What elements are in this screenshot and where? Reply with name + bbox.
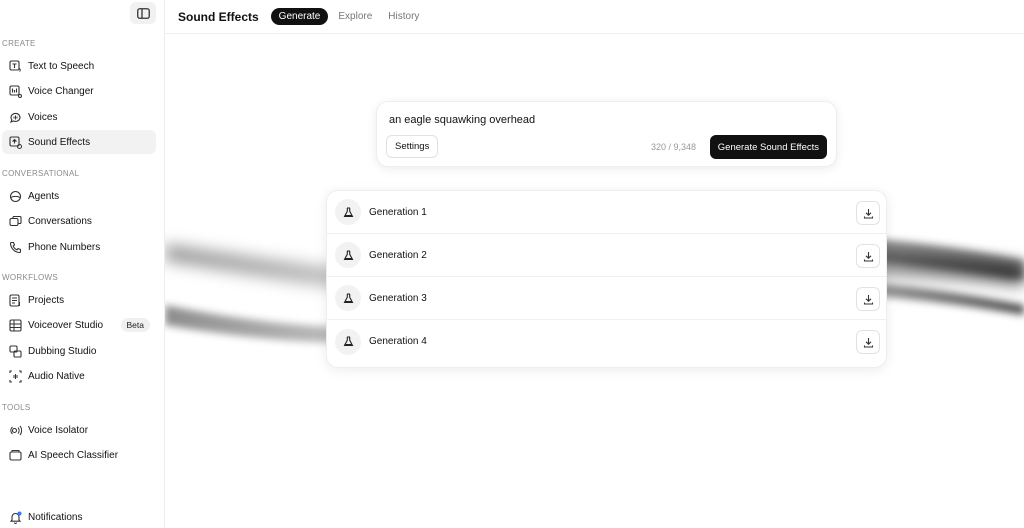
download-button[interactable] [856,330,880,354]
projects-icon [8,293,22,307]
sidebar-item-dubbing-studio[interactable]: Dubbing Studio [2,339,156,363]
flask-icon [335,285,361,311]
sidebar-item-label: Voices [28,111,58,123]
text-to-speech-icon [8,59,22,73]
sidebar-item-agents[interactable]: Agents [2,184,156,208]
sidebar-item-voiceover-studio[interactable]: Voiceover Studio Beta [2,313,156,337]
page-title: Sound Effects [178,9,259,24]
agents-icon [8,189,22,203]
generate-sound-effects-button[interactable]: Generate Sound Effects [709,135,827,159]
sidebar-item-voices[interactable]: Voices [2,105,156,129]
beta-badge: Beta [120,318,150,332]
sidebar-toggle-button[interactable] [130,2,156,24]
prompt-textarea[interactable]: an eagle squawking overhead [389,114,535,126]
phone-icon [8,240,22,254]
download-icon [863,251,873,262]
sidebar-item-notifications[interactable]: Notifications [2,505,156,528]
sidebar-item-label: Phone Numbers [28,241,101,253]
generation-label: Generation 3 [369,292,427,304]
download-icon [863,337,873,348]
generation-label: Generation 4 [369,336,427,347]
sidebar-item-phone-numbers[interactable]: Phone Numbers [2,235,156,259]
sidebar-item-conversations[interactable]: Conversations [2,209,156,233]
bell-icon [8,510,22,524]
sidebar-panel-icon [136,7,150,19]
sidebar-item-label: AI Speech Classifier [28,449,119,461]
sound-effects-icon [8,135,22,149]
flask-icon [335,242,361,268]
section-label-conversational: CONVERSATIONAL [2,169,80,178]
download-icon [863,208,873,219]
sidebar-item-sound-effects[interactable]: Sound Effects [2,130,156,154]
voiceover-studio-icon [8,318,22,332]
top-header: Sound Effects Generate Explore History [165,0,1024,34]
sidebar-item-label: Sound Effects [28,136,91,148]
sidebar-item-label: Agents [28,190,60,202]
flask-icon [335,328,361,355]
sidebar-item-label: Voice Changer [28,85,94,97]
list-item[interactable]: Generation 4 [327,320,886,363]
download-button[interactable] [856,287,880,311]
sidebar-item-label: Dubbing Studio [28,345,97,357]
conversations-icon [8,214,22,228]
voices-icon [8,110,22,124]
sidebar-item-label: Projects [28,294,65,306]
generation-label: Generation 1 [369,206,427,218]
tab-generate[interactable]: Generate [270,8,329,25]
dubbing-studio-icon [8,344,22,358]
audio-native-icon [8,369,22,383]
sidebar-item-label: Notifications [28,511,83,523]
settings-button[interactable]: Settings [386,135,439,158]
character-count: 320 / 9,348 [650,142,696,152]
tab-history[interactable]: History [388,11,419,22]
sidebar-item-label: Conversations [28,215,92,227]
voice-changer-icon [8,84,22,98]
download-icon [863,294,873,305]
tab-explore[interactable]: Explore [338,11,372,22]
generation-label: Generation 2 [369,249,427,261]
section-label-create: CREATE [2,39,36,48]
download-button[interactable] [856,244,880,268]
main-area: an eagle squawking overhead Settings 320… [165,35,1024,528]
sidebar-item-voice-changer[interactable]: Voice Changer [2,79,156,103]
download-button[interactable] [856,201,880,225]
sidebar-item-voice-isolator[interactable]: Voice Isolator [2,418,156,442]
section-label-tools: TOOLS [2,403,31,412]
sidebar-item-ai-speech-classifier[interactable]: AI Speech Classifier [2,443,156,467]
section-label-workflows: WORKFLOWS [2,273,59,282]
sidebar-item-audio-native[interactable]: Audio Native [2,364,156,388]
flask-icon [335,199,361,225]
sidebar-item-projects[interactable]: Projects [2,288,156,312]
sidebar: CREATE Text to Speech Voice Changer Voic… [0,0,165,528]
sidebar-item-label: Audio Native [28,370,85,382]
sidebar-item-label: Voice Isolator [28,424,89,436]
sidebar-item-label: Voiceover Studio [28,319,104,331]
list-item[interactable]: Generation 2 [327,234,886,277]
sidebar-item-label: Text to Speech [28,60,95,72]
voice-isolator-icon [8,423,22,437]
list-item[interactable]: Generation 3 [327,277,886,320]
prompt-card: an eagle squawking overhead Settings 320… [376,101,837,167]
sidebar-item-text-to-speech[interactable]: Text to Speech [2,54,156,78]
list-item[interactable]: Generation 1 [327,191,886,234]
speech-classifier-icon [8,448,22,462]
generations-list: Generation 1 Generation 2 Generation 3 G… [326,190,887,368]
